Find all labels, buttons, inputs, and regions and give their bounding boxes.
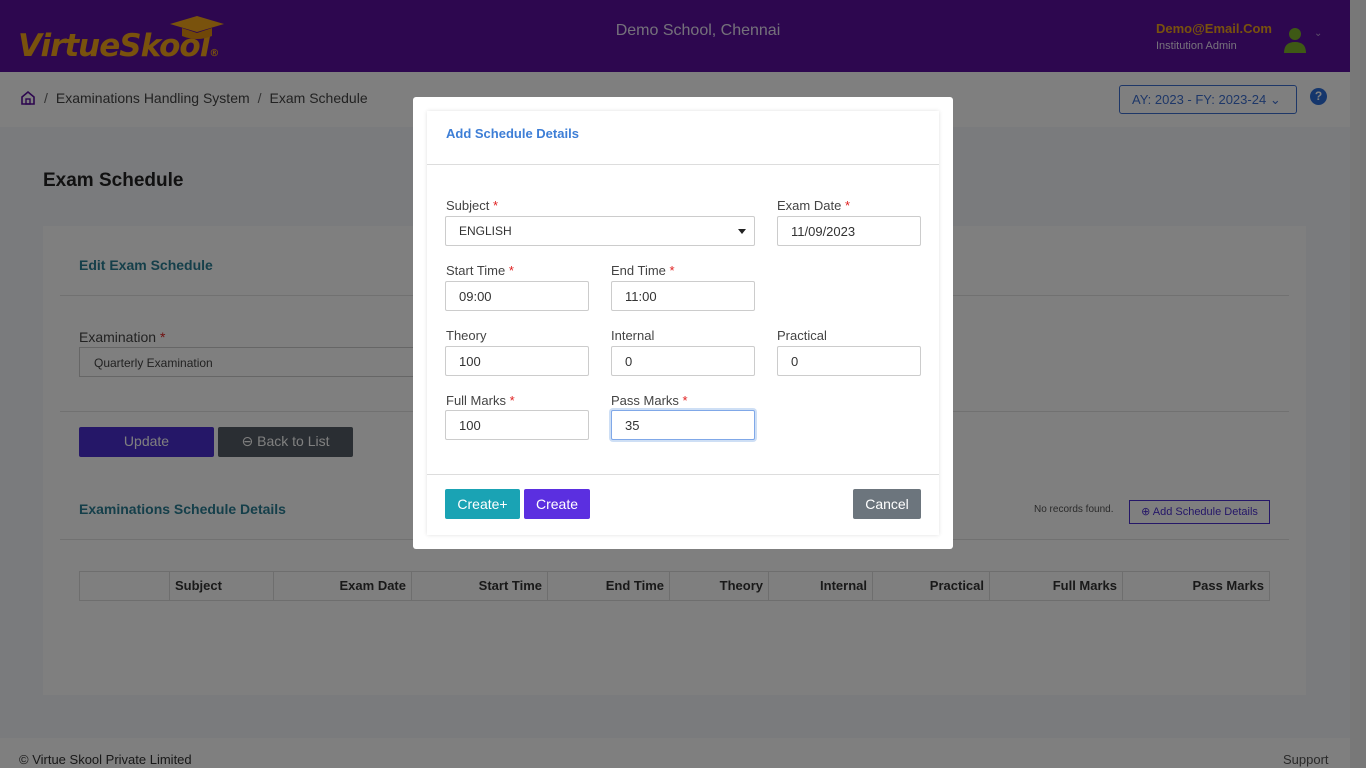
internal-input[interactable]: 0 xyxy=(611,346,755,376)
modal-footer-divider xyxy=(427,474,939,475)
internal-label: Internal xyxy=(611,328,655,343)
exam-date-label: Exam Date * xyxy=(777,198,850,213)
modal-title: Add Schedule Details xyxy=(446,126,579,141)
create-button[interactable]: Create xyxy=(524,489,590,519)
modal-header-divider xyxy=(427,164,939,165)
start-time-input[interactable]: 09:00 xyxy=(445,281,589,311)
subject-select[interactable]: ENGLISH xyxy=(445,216,755,246)
pass-marks-input[interactable]: 35 xyxy=(611,410,755,440)
full-marks-input[interactable]: 100 xyxy=(445,410,589,440)
full-marks-label: Full Marks * xyxy=(446,393,515,408)
theory-input[interactable]: 100 xyxy=(445,346,589,376)
cancel-button[interactable]: Cancel xyxy=(853,489,921,519)
exam-date-input[interactable]: 11/09/2023 xyxy=(777,216,921,246)
pass-marks-label: Pass Marks * xyxy=(611,393,688,408)
create-plus-button[interactable]: Create+ xyxy=(445,489,520,519)
theory-label: Theory xyxy=(446,328,487,343)
practical-input[interactable]: 0 xyxy=(777,346,921,376)
end-time-input[interactable]: 11:00 xyxy=(611,281,755,311)
subject-label: Subject * xyxy=(446,198,499,213)
caret-down-icon xyxy=(738,229,746,234)
end-time-label: End Time * xyxy=(611,263,675,278)
start-time-label: Start Time * xyxy=(446,263,514,278)
practical-label: Practical xyxy=(777,328,827,343)
